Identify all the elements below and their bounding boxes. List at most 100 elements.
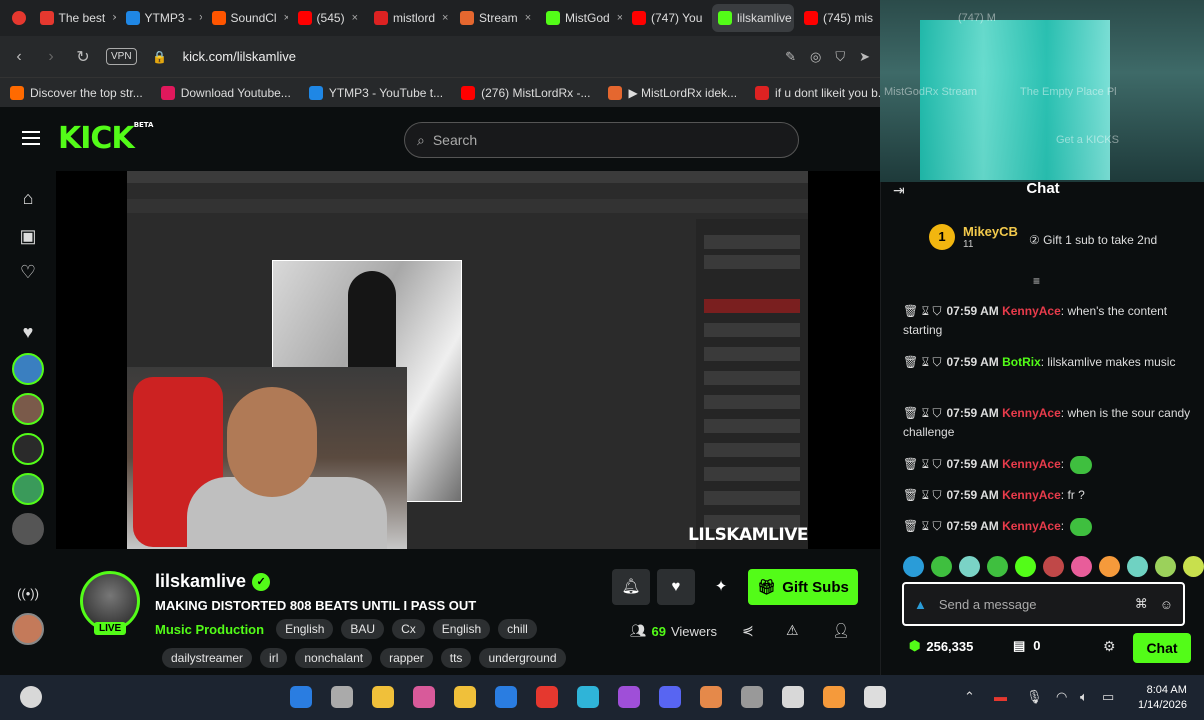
gift-subs-button[interactable]: 🎁︎ Gift Subs <box>748 569 858 605</box>
taskbar-app-icon[interactable] <box>536 686 558 708</box>
message-username[interactable]: KennyAce <box>1002 519 1061 533</box>
taskbar-app-icon[interactable] <box>413 686 435 708</box>
stream-tag[interactable]: underground <box>479 648 566 668</box>
close-tab-icon[interactable]: × <box>352 12 358 24</box>
browser-tab[interactable]: Stream × <box>454 4 536 32</box>
stream-tag[interactable]: BAU <box>341 619 385 639</box>
browser-tab[interactable]: lilskamlive× <box>712 4 794 32</box>
camera-icon[interactable]: ◎ <box>810 49 821 65</box>
home-icon[interactable]: ⌂ <box>17 187 39 209</box>
lock-icon[interactable]: 🔒 <box>151 50 169 64</box>
taskbar-app-icon[interactable] <box>782 686 804 708</box>
followed-channel-avatar[interactable] <box>12 613 44 645</box>
taskbar-app-icon[interactable] <box>700 686 722 708</box>
mod-actions-icon[interactable]: 🗑︎ ⌛︎ ⛉ <box>903 406 942 420</box>
bookmark-item[interactable]: ▶ MistLordRx idek... <box>608 85 737 100</box>
channel-name[interactable]: lilskamlive <box>155 571 246 592</box>
browser-tab[interactable]: (747) You× <box>626 4 708 32</box>
shield-icon[interactable]: ⛉ <box>835 49 845 65</box>
browse-icon[interactable]: ▣ <box>17 225 39 247</box>
reload-icon[interactable]: ↻ <box>74 47 92 67</box>
report-icon[interactable]: ⚠ <box>786 622 799 639</box>
emote-icon[interactable] <box>1099 556 1120 577</box>
volume-icon[interactable]: 🔈︎ <box>1080 689 1088 705</box>
mod-actions-icon[interactable]: 🗑︎ ⌛︎ ⛉ <box>903 355 942 369</box>
stream-tag[interactable]: irl <box>260 648 288 668</box>
close-tab-icon[interactable]: × <box>199 12 202 24</box>
stream-tag[interactable]: rapper <box>380 648 433 668</box>
emote-icon[interactable] <box>903 556 924 577</box>
emote-icon[interactable] <box>1155 556 1176 577</box>
tray-app-icon[interactable]: ▬ <box>994 689 1007 704</box>
browser-tab[interactable]: MistGod × <box>540 4 622 32</box>
bookmark-item[interactable]: YTMP3 - YouTube t... <box>308 85 443 100</box>
message-username[interactable]: BotRix <box>1002 355 1041 369</box>
bookmark-item[interactable]: (276) MistLordRx -... <box>461 85 590 100</box>
message-username[interactable]: KennyAce <box>1002 457 1061 471</box>
redeem-count[interactable]: ▤ 0 <box>1013 638 1041 654</box>
mic-icon[interactable]: 🎙︎ <box>1026 689 1043 705</box>
taskbar-app-icon[interactable] <box>823 686 845 708</box>
followed-channel-avatar[interactable] <box>12 513 44 545</box>
stream-tag[interactable]: English <box>432 619 491 639</box>
following-icon[interactable]: ♡ <box>17 261 39 283</box>
battery-icon[interactable]: ▭ <box>1102 689 1114 705</box>
emote-icon[interactable] <box>1071 556 1092 577</box>
wifi-icon[interactable]: ◠ <box>1056 689 1067 705</box>
browser-tab[interactable]: The best × <box>34 4 116 32</box>
followed-channel-avatar[interactable] <box>12 393 44 425</box>
taskbar-app-icon[interactable] <box>372 686 394 708</box>
share-icon[interactable]: ⋞ <box>742 622 754 639</box>
mod-actions-icon[interactable]: 🗑︎ ⌛︎ ⛉ <box>903 304 942 318</box>
message-username[interactable]: KennyAce <box>1002 304 1061 318</box>
emoji-icon[interactable]: ☺ <box>1160 597 1173 612</box>
send-chat-button[interactable]: Chat <box>1133 633 1191 663</box>
followed-heart-icon[interactable]: ♥ <box>17 321 39 343</box>
close-tab-icon[interactable]: × <box>112 12 115 24</box>
leaderboard-user[interactable]: MikeyCB <box>963 224 1018 239</box>
bookmark-item[interactable]: Discover the top str... <box>10 85 143 100</box>
mod-actions-icon[interactable]: 🗑︎ ⌛︎ ⛉ <box>903 457 942 471</box>
bookmark-item[interactable]: Download Youtube... <box>160 85 291 100</box>
message-username[interactable]: KennyAce <box>1002 406 1061 420</box>
kick-logo[interactable]: KICKBETA <box>58 121 153 156</box>
follow-heart-button[interactable]: ♥ <box>657 569 695 605</box>
live-broadcast-icon[interactable]: ((•)) <box>17 583 39 605</box>
edit-icon[interactable]: ✎ <box>785 49 796 65</box>
stream-tag[interactable]: nonchalant <box>295 648 373 668</box>
chat-divider-icon[interactable]: ≡ <box>1033 274 1040 288</box>
taskbar-app-icon[interactable] <box>741 686 763 708</box>
system-clock[interactable]: 8:04 AM 1/14/2026 <box>1138 683 1187 713</box>
taskbar-app-icon[interactable] <box>864 686 886 708</box>
forward-icon[interactable]: › <box>42 48 60 66</box>
chat-message-input[interactable]: ▲ Send a message ⌘ ☺ <box>902 582 1185 626</box>
browser-tab[interactable]: mistlord × <box>368 4 450 32</box>
back-icon[interactable]: ‹ <box>10 48 28 66</box>
botrix-icon[interactable]: ▲ <box>914 597 927 612</box>
emote-icon[interactable] <box>931 556 952 577</box>
emote-icon[interactable] <box>987 556 1008 577</box>
emote-icon[interactable] <box>959 556 980 577</box>
search-input[interactable]: ⌕ Search <box>404 122 799 158</box>
taskbar-app-icon[interactable] <box>454 686 476 708</box>
taskbar-app-icon[interactable] <box>290 686 312 708</box>
browser-tab[interactable]: (745) mis× <box>798 4 880 32</box>
taskbar-app-icon[interactable] <box>331 686 353 708</box>
bookmark-item[interactable]: if u dont likeit you b... <box>755 85 888 100</box>
stream-tag[interactable]: tts <box>440 648 472 668</box>
notification-bell-button[interactable]: 🔔︎ <box>612 569 650 605</box>
mod-actions-icon[interactable]: 🗑︎ ⌛︎ ⛉ <box>903 519 942 533</box>
stream-tag[interactable]: Cx <box>392 619 425 639</box>
followed-channel-avatar[interactable] <box>12 353 44 385</box>
emote-icon[interactable] <box>1015 556 1036 577</box>
menu-icon[interactable] <box>22 131 40 145</box>
url-field[interactable]: kick.com/lilskamlive <box>183 49 772 64</box>
weather-icon[interactable] <box>20 686 42 708</box>
chat-settings-icon[interactable]: ⚙ <box>1103 638 1116 655</box>
emote-icon[interactable] <box>1183 556 1204 577</box>
taskbar-app-icon[interactable] <box>618 686 640 708</box>
category-link[interactable]: Music Production <box>155 622 264 637</box>
close-tab-icon[interactable]: × <box>617 12 622 24</box>
browser-tab[interactable]: (545) × <box>292 4 364 32</box>
channel-user-icon[interactable]: 👤︎ <box>832 622 850 639</box>
